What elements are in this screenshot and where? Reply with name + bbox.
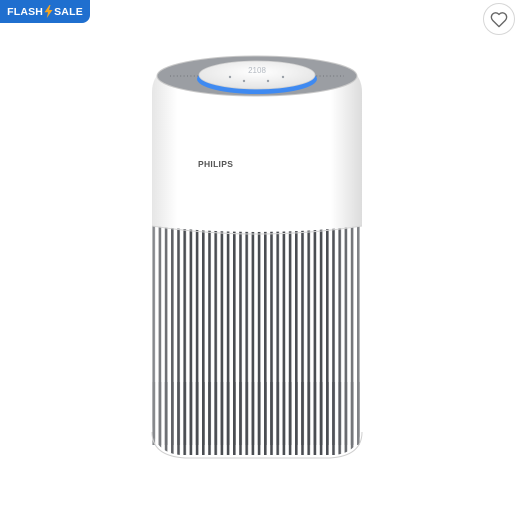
- favorite-button[interactable]: [483, 3, 515, 35]
- display-readout: 2108: [248, 66, 266, 75]
- lightning-bolt-icon: [44, 5, 53, 18]
- air-purifier-image: 2108: [151, 55, 363, 459]
- flash-label: FLASH: [7, 5, 44, 18]
- brand-logo: PHILIPS: [198, 159, 234, 169]
- heart-outline-icon: [490, 11, 508, 27]
- sale-label: SALE: [54, 5, 83, 18]
- flash-sale-badge: FLASH SALE: [0, 0, 90, 23]
